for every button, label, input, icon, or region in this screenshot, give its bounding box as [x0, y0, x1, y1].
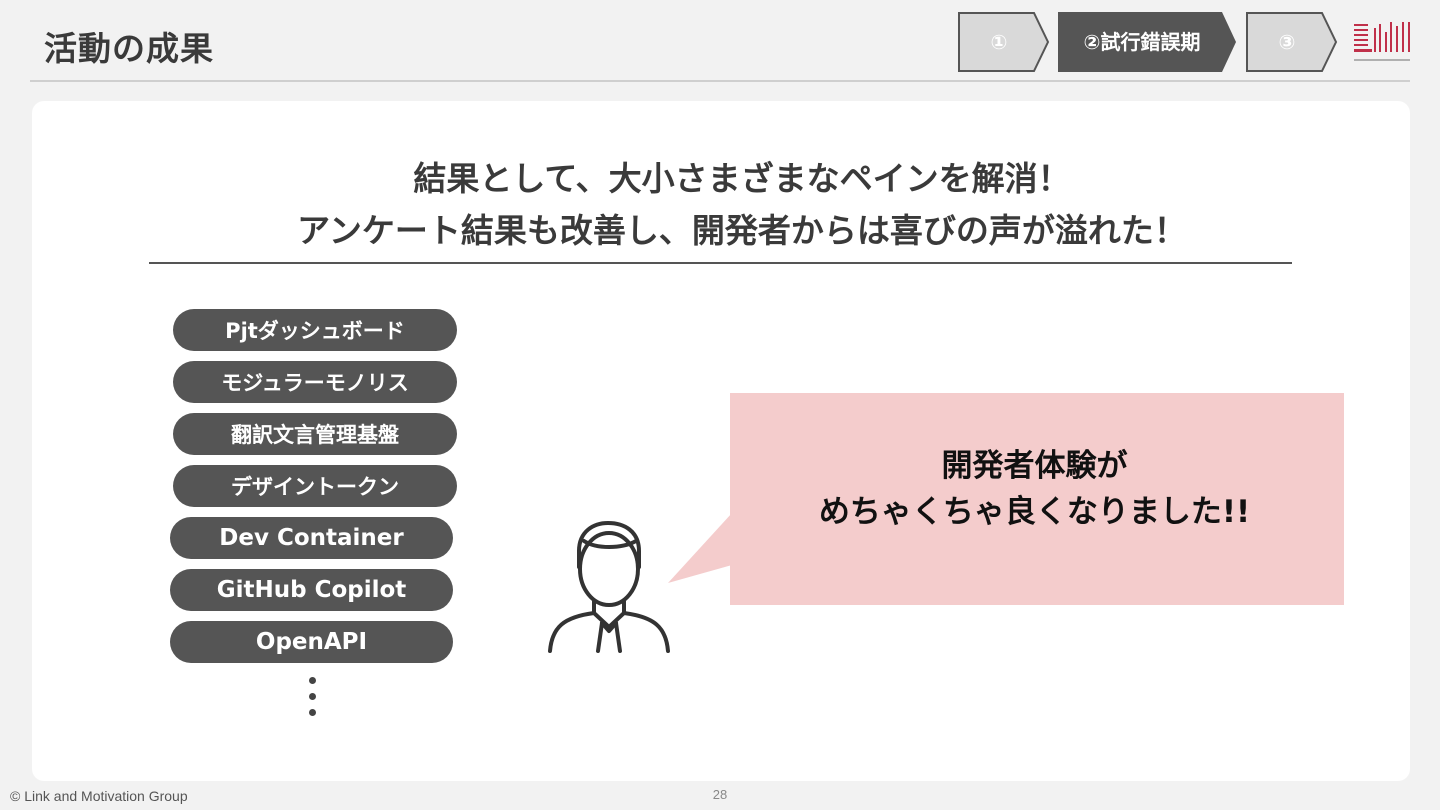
initiative-pill: OpenAPI	[170, 621, 453, 663]
step-2-active[interactable]: ②試行錯誤期	[1058, 12, 1238, 72]
initiative-pill: デザイントークン	[173, 465, 457, 507]
header-divider	[30, 80, 1410, 82]
step-1[interactable]: ①	[958, 12, 1050, 72]
copyright: © Link and Motivation Group	[10, 788, 188, 804]
initiative-pill: GitHub Copilot	[170, 569, 453, 611]
step-2-label: ②試行錯誤期	[1083, 30, 1201, 54]
initiative-pill: 翻訳文言管理基盤	[173, 413, 457, 455]
headline-line-2: アンケート結果も改善し、開発者からは喜びの声が溢れた！	[297, 211, 1187, 250]
step-3-label: ③	[1278, 30, 1296, 54]
content-card: 結果として、大小さまざまなペインを解消！ アンケート結果も改善し、開発者からは喜…	[32, 101, 1410, 781]
headline-line-1: 結果として、大小さまざまなペインを解消！	[413, 159, 1071, 198]
speech-line-2: めちゃくちゃ良くなりました!!	[818, 494, 1251, 530]
vertical-ellipsis-icon	[309, 677, 317, 725]
initiative-pill: Dev Container	[170, 517, 453, 559]
page-number: 28	[712, 787, 728, 802]
initiative-pill: モジュラーモノリス	[173, 361, 457, 403]
initiative-pill: Pjtダッシュボード	[173, 309, 457, 351]
speech-line-1: 開発者体験が	[941, 448, 1128, 484]
company-logo	[1354, 22, 1410, 61]
page-title: 活動の成果	[44, 29, 214, 68]
headline-divider	[149, 262, 1292, 264]
step-3[interactable]: ③	[1246, 12, 1338, 72]
headline: 結果として、大小さまざまなペインを解消！ アンケート結果も改善し、開発者からは喜…	[32, 153, 1440, 257]
person-icon	[548, 521, 670, 653]
speech-bubble-text: 開発者体験が めちゃくちゃ良くなりました!!	[728, 443, 1341, 535]
step-1-label: ①	[990, 30, 1008, 54]
